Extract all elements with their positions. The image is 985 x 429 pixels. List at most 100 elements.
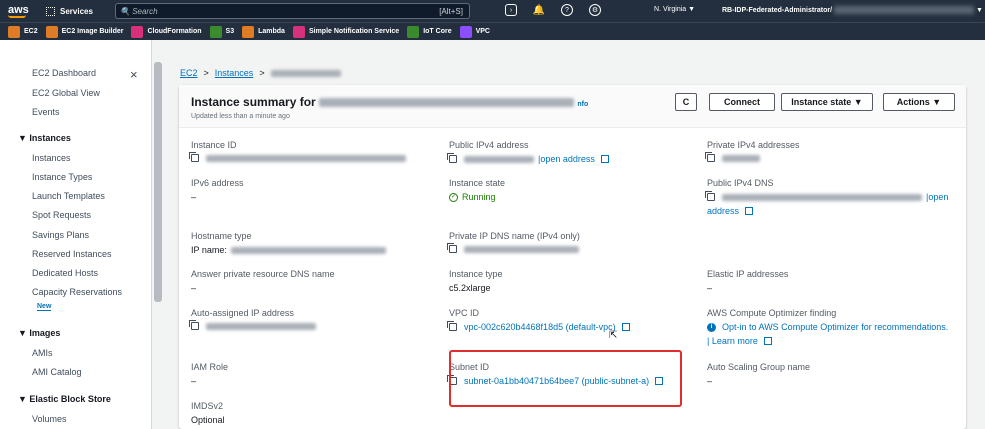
ip-name-redacted [230,246,386,254]
region-selector[interactable]: N. Virginia ▼ [654,6,695,13]
field-compute-optimizer: AWS Compute Optimizer finding i Opt-in to… [707,308,949,346]
info-link[interactable]: nfo [577,101,588,108]
sidebar-item-spot-requests[interactable]: Spot Requests [32,210,91,220]
optimizer-opt-in-link[interactable]: Opt-in to AWS Compute Optimizer for reco… [722,322,948,332]
ec2-icon [8,25,20,38]
copy-icon[interactable] [447,153,457,163]
breadcrumb-separator: > [203,68,209,78]
field-private-dns: Private IP DNS name (IPv4 only) [447,231,580,253]
cloudformation-icon [131,25,144,38]
sidebar-section-images[interactable]: ▼ Images [18,328,60,338]
favorite-s3[interactable]: S3 [209,25,234,38]
actions-button[interactable]: Actions ▼ [883,93,955,111]
sns-icon [292,25,305,38]
field-imdsv2: IMDSv2 Optional [191,401,225,425]
sidebar-item-amis[interactable]: AMIs [32,348,53,358]
copy-icon[interactable] [447,243,457,253]
sidebar-section-instances[interactable]: ▼ Instances [18,133,71,143]
external-link-icon [600,155,609,163]
copy-icon[interactable] [447,321,457,331]
private-ip-redacted [722,154,760,162]
field-hostname-type: Hostname type IP name: [191,231,386,255]
sidebar-item-volumes[interactable]: Volumes [32,414,67,424]
notifications-icon[interactable]: 🔔 [533,4,545,16]
subnet-highlight-box [449,350,682,407]
favorites-bar: EC2 EC2 Image Builder CloudFormation S3 … [0,22,985,40]
image-builder-icon [45,25,58,38]
instance-summary-panel: Instance summary for nfo Updated less th… [179,85,966,429]
vpc-icon [459,25,472,38]
sidebar-section-ebs[interactable]: ▼ Elastic Block Store [18,394,111,404]
sidebar-item-capacity-reservations[interactable]: Capacity Reservations [32,287,122,297]
breadcrumb-ec2[interactable]: EC2 [180,68,198,78]
copy-icon[interactable] [705,152,715,162]
top-navigation: aws Services 🔍 Search [Alt+S] › 🔔 ? ⚙ N. … [0,0,985,22]
favorite-ec2[interactable]: EC2 [8,25,38,38]
copy-icon[interactable] [705,191,715,201]
sidebar-item-instance-types[interactable]: Instance Types [32,172,92,182]
open-address-link[interactable]: |open address [538,154,595,164]
field-auto-scaling-group: Auto Scaling Group name – [707,362,811,386]
refresh-button[interactable]: C [675,93,697,111]
sidebar-item-instances[interactable]: Instances [32,153,71,163]
updated-text: Updated less than a minute ago [191,113,290,120]
sidebar-item-reserved-instances[interactable]: Reserved Instances [32,249,112,259]
public-dns-redacted [722,193,922,201]
info-icon: i [707,322,716,332]
help-icon[interactable]: ? [561,4,573,16]
favorite-sns[interactable]: Simple Notification Service [292,25,399,38]
connect-button[interactable]: Connect [709,93,775,111]
close-icon[interactable]: × [130,67,138,82]
sidebar-item-savings-plans[interactable]: Savings Plans [32,230,89,240]
scrollbar-thumb[interactable] [154,62,162,302]
instance-state-button[interactable]: Instance state ▼ [781,93,873,111]
open-dns-link[interactable]: |open [926,192,948,202]
status-badge: Running [462,192,496,202]
sidebar: × EC2 Dashboard EC2 Global View Events ▼… [0,40,152,429]
breadcrumb: EC2 > Instances > [180,68,341,78]
external-link-icon [621,323,630,331]
grid-icon [46,6,55,16]
sidebar-item-launch-templates[interactable]: Launch Templates [32,191,105,201]
field-ipv6: IPv6 address – [191,178,244,202]
settings-icon[interactable]: ⚙ [589,4,601,16]
field-instance-state: Instance state ✓ Running [449,178,506,202]
field-iam-role: IAM Role – [191,362,229,386]
sidebar-item-dedicated-hosts[interactable]: Dedicated Hosts [32,268,98,278]
sidebar-item-ec2-dashboard[interactable]: EC2 Dashboard [32,68,96,78]
copy-icon[interactable] [189,320,199,330]
page-title: Instance summary for nfo [191,95,589,109]
lambda-icon [242,25,255,38]
field-public-ipv4: Public IPv4 address |open address [447,140,609,164]
external-link-icon [745,207,754,215]
open-dns-link-continued[interactable]: address [707,206,739,216]
search-shortcut: [Alt+S] [439,6,463,16]
sidebar-item-ami-catalog[interactable]: AMI Catalog [32,367,82,377]
favorite-cloudformation[interactable]: CloudFormation [131,25,202,38]
learn-more-link[interactable]: | Learn more [707,336,758,346]
sidebar-item-events[interactable]: Events [32,107,60,117]
private-dns-redacted [464,245,579,253]
public-ip-redacted [464,155,534,163]
search-input[interactable]: 🔍 Search [Alt+S] [115,3,470,19]
favorite-iot-core[interactable]: IoT Core [407,25,452,38]
cloudshell-icon[interactable]: › [505,4,517,16]
sidebar-item-global-view[interactable]: EC2 Global View [32,88,100,98]
favorite-ec2-image-builder[interactable]: EC2 Image Builder [45,25,123,38]
services-menu[interactable]: Services [46,6,93,16]
new-badge: New [37,303,52,311]
mouse-cursor-icon: ⇱ [609,330,618,341]
aws-logo[interactable]: aws [8,4,36,18]
copy-icon[interactable] [189,152,199,162]
breadcrumb-instances[interactable]: Instances [215,68,254,78]
vpc-link[interactable]: vpc-002c620b4468f18d5 (default-vpc) [464,322,616,332]
favorite-lambda[interactable]: Lambda [242,25,285,38]
running-status-icon: ✓ [449,192,458,202]
breadcrumb-instance-redacted [270,69,341,77]
favorite-vpc[interactable]: VPC [459,25,490,38]
breadcrumb-separator: > [259,68,265,78]
instance-id-redacted [206,154,406,162]
instance-name-redacted [319,98,575,108]
field-auto-ip: Auto-assigned IP address [189,308,316,330]
account-menu[interactable]: RB-IDP-Federated-Administrator/ ▼ [722,6,983,14]
